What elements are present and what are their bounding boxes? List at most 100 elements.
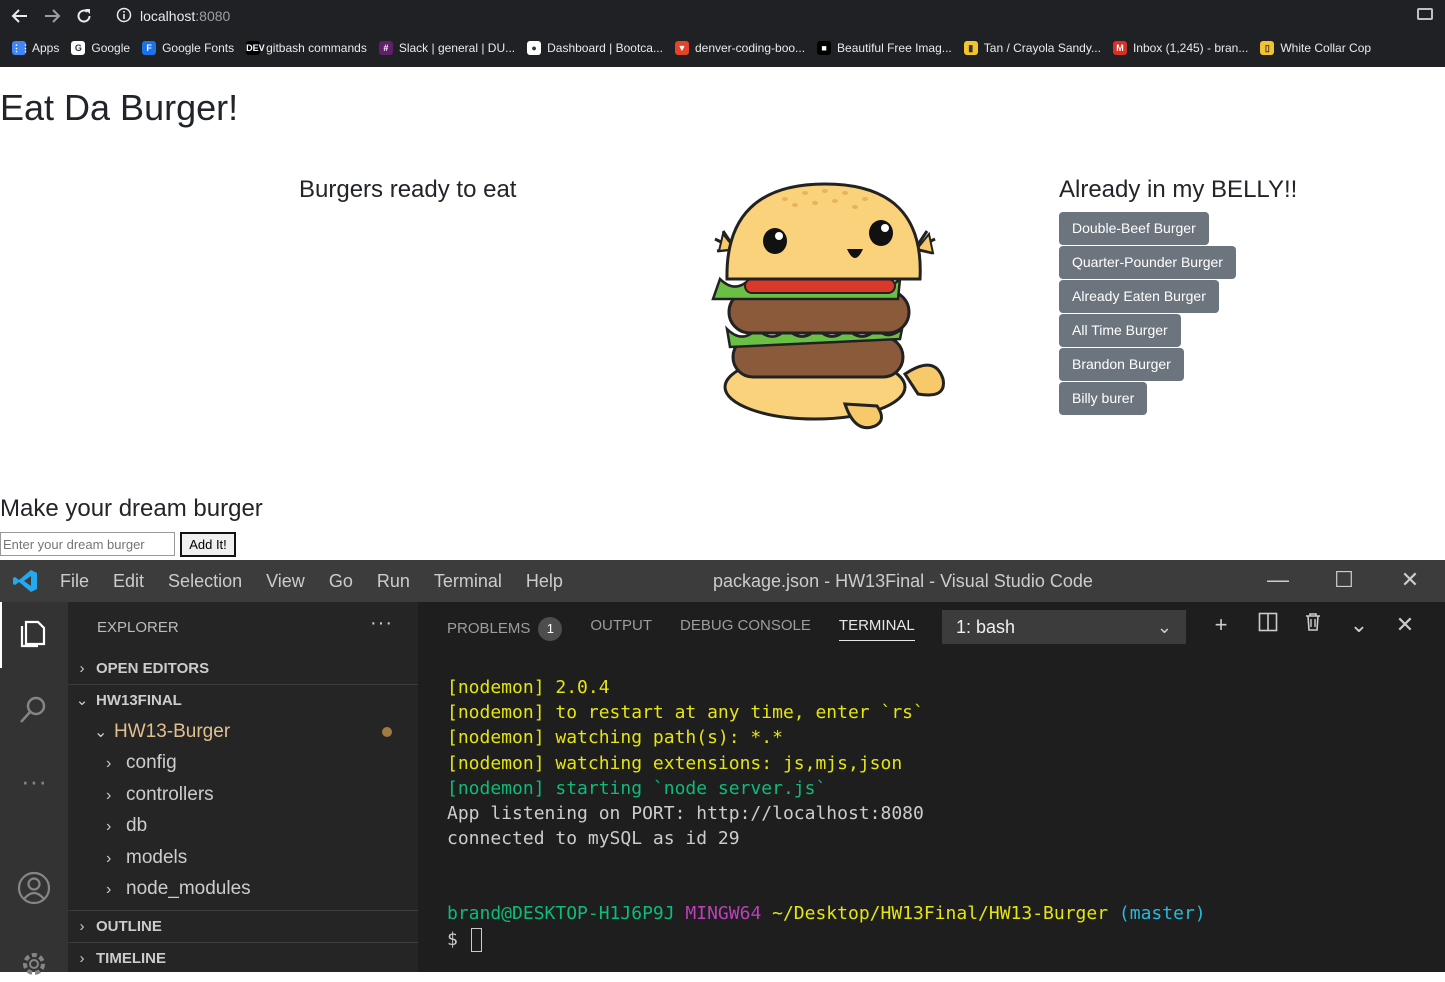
bookmark-item[interactable]: ▯ White Collar Cop [1260,41,1371,55]
vscode-window: File Edit Selection View Go Run Terminal Help p… [0,560,1445,975]
info-icon[interactable] [116,7,132,26]
gear-icon[interactable] [16,946,52,982]
tree-folder-config[interactable]: › config [106,748,177,778]
bookmark-item[interactable]: ⋮⋮ Apps [12,41,59,55]
eaten-burger-button[interactable]: All Time Burger [1059,314,1181,347]
close-window-icon[interactable]: ✕ [1398,568,1422,592]
bookmark-item[interactable]: ■ Beautiful Free Imag... [817,41,952,55]
bookmark-item[interactable]: DEV gitbash commands [246,41,367,55]
bookmark-item[interactable]: F Google Fonts [142,41,234,55]
chevron-right-icon: › [79,918,85,935]
eaten-burger-button[interactable]: Quarter-Pounder Burger [1059,246,1236,279]
bookmark-item[interactable]: G Google [71,41,130,55]
bookmark-item[interactable]: ▮ Tan / Crayola Sandy... [963,41,1101,55]
forward-arrow-icon[interactable] [40,4,64,28]
terminal-lines: [nodemon] 2.0.4 [nodemon] to restart at a… [447,675,1206,851]
tab-problems[interactable]: PROBLEMS 1 [447,617,563,641]
browser-chrome: localhost:8080 ⋮⋮ Apps G Google F Google Font… [0,0,1445,67]
close-panel-icon[interactable]: ✕ [1392,612,1418,638]
menu-item-file[interactable]: File [60,571,89,592]
new-terminal-icon[interactable]: + [1208,612,1234,638]
modified-dot [382,727,392,737]
menu-item-help[interactable]: Help [526,571,563,592]
tab-debug-console[interactable]: DEBUG CONSOLE [680,617,811,641]
bookmark-item[interactable]: # Slack | general | DU... [378,41,515,55]
terminal-line: [nodemon] 2.0.4 [447,677,610,698]
bookmark-label: gitbash commands [266,41,367,55]
maximize-icon[interactable]: ☐ [1332,568,1356,592]
menu-item-edit[interactable]: Edit [113,571,144,592]
terminal-line: connected to mySQL as id 29 [447,828,740,850]
add-burger-button[interactable]: Add It! [180,532,236,557]
title-bar: File Edit Selection View Go Run Terminal Help p… [0,560,1445,602]
cast-icon[interactable] [1417,8,1433,20]
terminal-output[interactable]: [nodemon] 2.0.4 [nodemon] to restart at a… [447,675,1206,952]
vscode-logo-icon [13,570,37,592]
terminal-panel: PROBLEMS 1 OUTPUT DEBUG CONSOLE TERMINAL … [418,602,1445,972]
workspace-root[interactable]: ⌄ HW13FINAL [68,686,418,716]
slack-icon: # [378,41,393,55]
chevron-down-icon: ⌄ [75,692,89,709]
tree-folder-db[interactable]: › db [106,811,147,841]
crayola-icon: ▮ [963,41,978,55]
tab-output[interactable]: OUTPUT [590,617,652,641]
menu-item-terminal[interactable]: Terminal [434,571,502,592]
browser-toolbar: localhost:8080 [0,0,1445,33]
terminal-line: [nodemon] starting `node server.js` [447,777,827,799]
menu-item-view[interactable]: View [266,571,305,592]
tab-terminal[interactable]: TERMINAL [838,617,915,641]
burger-name-input[interactable] [0,532,175,556]
terminal-select[interactable]: 1: bash ⌄ [942,610,1186,644]
window-title: package.json - HW13Final - Visual Studio… [713,571,1093,591]
more-icon[interactable]: ··· [16,766,52,802]
minimize-icon[interactable]: — [1266,568,1290,592]
activity-bar: ··· [0,602,68,975]
bookmark-label: Dashboard | Bootca... [547,41,663,55]
open-editors-section[interactable]: › OPEN EDITORS [68,654,418,684]
chevron-right-icon: › [79,950,85,967]
gmail-icon: M [1112,41,1127,55]
menu-item-selection[interactable]: Selection [168,571,242,592]
reload-icon[interactable] [72,4,96,28]
prompt-symbol: $ [447,928,458,950]
explorer-title: EXPLORER [97,619,179,636]
burger-mascot-image [711,182,945,430]
menu-item-go[interactable]: Go [329,571,353,592]
chevron-down-icon[interactable]: ⌄ [1346,612,1372,638]
bookmarks-bar: ⋮⋮ Apps G Google F Google Fonts DEV gitbash com… [0,34,1445,62]
google-icon: G [71,41,86,55]
explorer-icon[interactable] [16,616,52,652]
chevron-right-icon: › [106,755,112,772]
ellipsis-icon[interactable]: ··· [370,612,393,635]
search-icon[interactable] [16,692,52,728]
terminal-prompt: brand@DESKTOP-H1J6P9J MINGW64 ~/Desktop/… [447,903,1206,925]
bookmark-label: White Collar Cop [1280,41,1372,55]
bookmark-item[interactable]: M Inbox (1,245) - bran... [1112,41,1249,55]
account-icon[interactable] [16,870,52,906]
tree-folder-models[interactable]: › models [106,843,187,873]
bookmark-item[interactable]: ● Dashboard | Bootca... [527,41,663,55]
timeline-section[interactable]: › TIMELINE [68,944,418,974]
bookmark-item[interactable]: ▼ denver-coding-boo... [674,41,805,55]
trash-icon[interactable] [1300,612,1326,638]
already-eaten-heading: Already in my BELLY!! [1059,176,1298,203]
tree-folder-controllers[interactable]: › controllers [106,780,214,810]
bookmark-label: Inbox (1,245) - bran... [1132,41,1249,55]
bookmark-label: Beautiful Free Imag... [837,41,952,55]
eaten-burger-button[interactable]: Billy burer [1059,382,1148,415]
split-terminal-icon[interactable] [1255,612,1281,638]
address-bar[interactable]: localhost:8080 [116,6,230,26]
problems-count-badge: 1 [538,617,563,641]
eaten-burger-button[interactable]: Double-Beef Burger [1059,212,1209,245]
eaten-burger-button[interactable]: Brandon Burger [1059,348,1184,381]
chevron-right-icon: › [79,660,85,677]
tree-folder-hw13-burger[interactable]: ⌄ HW13-Burger [94,717,230,747]
menu-item-run[interactable]: Run [377,571,410,592]
apps-grid-icon: ⋮⋮ [12,41,30,55]
eaten-burger-button[interactable]: Already Eaten Burger [1059,280,1219,313]
tree-folder-node-modules[interactable]: › node_modules [106,874,251,904]
bookmark-label: Tan / Crayola Sandy... [983,41,1101,55]
back-arrow-icon[interactable] [8,4,32,28]
ready-to-eat-heading: Burgers ready to eat [299,176,517,203]
outline-section[interactable]: › OUTLINE [68,912,418,942]
